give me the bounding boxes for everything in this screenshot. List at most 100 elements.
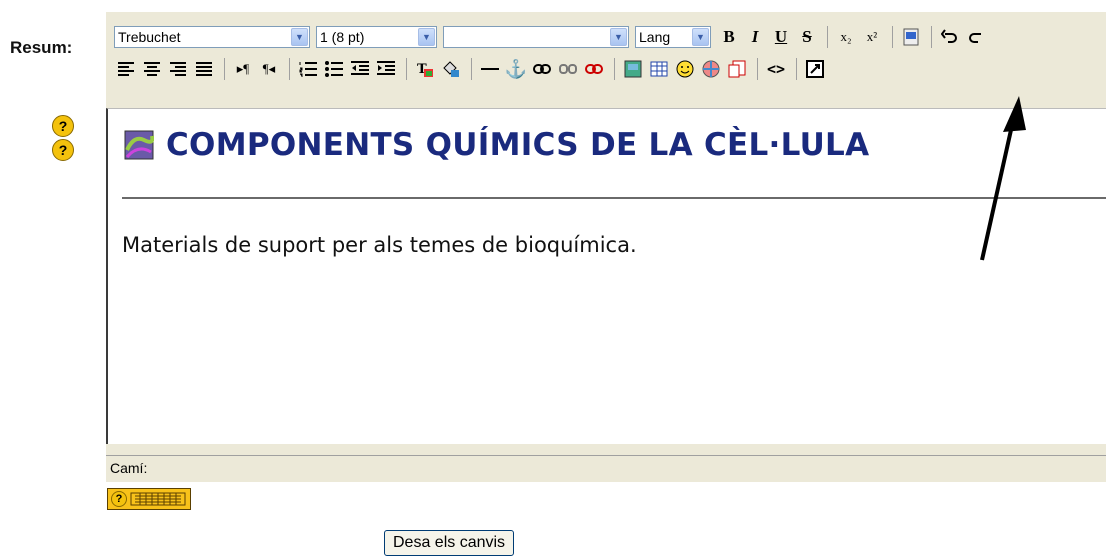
chevron-down-icon: ▼ [291, 28, 308, 46]
horizontal-rule-icon [481, 68, 499, 70]
background-color-icon [443, 61, 459, 77]
justify-button[interactable] [192, 57, 216, 81]
keyboard-icon [130, 492, 186, 506]
unordered-list-button[interactable] [322, 57, 346, 81]
superscript-icon: x² [866, 29, 878, 44]
html-source-button[interactable]: <> [764, 57, 788, 81]
help-icon[interactable]: ? [52, 139, 74, 161]
insert-object-icon [702, 60, 720, 78]
fullscreen-button[interactable] [803, 57, 827, 81]
language-value: Lang [639, 29, 671, 45]
strikethrough-button[interactable]: S [795, 25, 819, 49]
search-replace-button[interactable] [725, 57, 749, 81]
strikethrough-icon: S [802, 27, 812, 46]
chevron-down-icon: ▼ [692, 28, 709, 46]
nolink-icon [585, 64, 603, 74]
italic-icon: I [751, 27, 759, 46]
heading-text: COMPONENTS QUÍMICS DE LA CÈL·LULA [166, 127, 870, 163]
html-source-icon: <> [766, 60, 786, 78]
unlink-button[interactable] [556, 57, 580, 81]
unordered-list-icon [325, 61, 343, 77]
path-label: Camí: [110, 460, 148, 476]
anchor-icon: ⚓ [504, 58, 528, 79]
font-size-select[interactable]: 1 (8 pt) ▼ [316, 26, 437, 48]
smiley-button[interactable] [673, 57, 697, 81]
cell-image-icon [124, 130, 154, 160]
indent-button[interactable] [374, 57, 398, 81]
ltr-icon: ▸¶ [236, 61, 250, 76]
toolbar-separator [827, 26, 828, 48]
insert-image-icon [624, 60, 642, 78]
toolbar-row-2: ▸¶ ¶◂ T ⚓ <> [114, 54, 829, 84]
subscript-icon: x₂ [840, 29, 852, 44]
rtl-button[interactable]: ¶◂ [257, 57, 281, 81]
link-icon [533, 64, 551, 74]
toolbar-separator [757, 58, 758, 80]
toolbar-separator [892, 26, 893, 48]
redo-icon [969, 33, 981, 43]
undo-button[interactable] [938, 25, 962, 49]
align-left-icon [118, 62, 134, 76]
help-icon[interactable]: ? [52, 115, 74, 137]
underline-button[interactable]: U [769, 25, 793, 49]
toolbar-separator [931, 26, 932, 48]
subscript-button[interactable]: x₂ [834, 25, 858, 49]
smiley-icon [676, 60, 694, 78]
indent-icon [377, 61, 395, 75]
insert-image-button[interactable] [621, 57, 645, 81]
font-size-value: 1 (8 pt) [320, 29, 365, 45]
text-color-icon: T [417, 62, 433, 77]
bold-icon: B [723, 27, 735, 46]
search-replace-icon [728, 60, 746, 78]
fullscreen-icon [806, 60, 824, 78]
anchor-button[interactable]: ⚓ [504, 57, 528, 81]
bold-button[interactable]: B [717, 25, 741, 49]
ordered-list-button[interactable] [296, 57, 320, 81]
paste-word-button[interactable] [899, 25, 923, 49]
nolink-button[interactable] [582, 57, 606, 81]
ordered-list-icon [299, 62, 317, 77]
superscript-button[interactable]: x² [860, 25, 884, 49]
outdent-button[interactable] [348, 57, 372, 81]
format-block-select[interactable]: ▼ [443, 26, 629, 48]
toolbar-separator [614, 58, 615, 80]
align-center-button[interactable] [140, 57, 164, 81]
annotation-arrow [980, 96, 1026, 261]
help-icon: ? [111, 491, 127, 507]
align-left-button[interactable] [114, 57, 138, 81]
font-family-select[interactable]: Trebuchet ▼ [114, 26, 310, 48]
toolbar-separator [471, 58, 472, 80]
editor-content[interactable]: COMPONENTS QUÍMICS DE LA CÈL·LULA Materi… [106, 108, 1106, 444]
chevron-down-icon: ▼ [610, 28, 627, 46]
redo-button[interactable] [964, 25, 988, 49]
italic-button[interactable]: I [743, 25, 767, 49]
background-color-button[interactable] [439, 57, 463, 81]
toolbar-row-1: Trebuchet ▼ 1 (8 pt) ▼ ▼ Lang ▼ B I U S … [114, 22, 990, 52]
unlink-icon [559, 64, 577, 74]
save-changes-button[interactable]: Desa els canvis [384, 530, 515, 556]
outdent-icon [351, 61, 369, 75]
insert-table-icon [650, 61, 668, 77]
undo-icon [941, 29, 957, 43]
summary-label: Resum: [10, 38, 73, 57]
link-button[interactable] [530, 57, 554, 81]
horizontal-rule [122, 197, 1106, 199]
insert-table-button[interactable] [647, 57, 671, 81]
language-select[interactable]: Lang ▼ [635, 26, 711, 48]
horizontal-rule-button[interactable] [478, 57, 502, 81]
toolbar-separator [406, 58, 407, 80]
content-paragraph: Materials de suport per als temes de bio… [122, 233, 637, 257]
toolbar-separator [796, 58, 797, 80]
toolbar-separator [224, 58, 225, 80]
underline-icon: U [774, 27, 788, 46]
paste-word-icon [903, 28, 919, 46]
keyboard-help-button[interactable]: ? [107, 488, 191, 510]
text-color-button[interactable]: T [413, 57, 437, 81]
align-right-icon [170, 62, 186, 76]
insert-object-button[interactable] [699, 57, 723, 81]
ltr-button[interactable]: ▸¶ [231, 57, 255, 81]
content-heading: COMPONENTS QUÍMICS DE LA CÈL·LULA [124, 127, 869, 163]
font-family-value: Trebuchet [118, 29, 181, 45]
justify-icon [196, 62, 212, 76]
align-right-button[interactable] [166, 57, 190, 81]
